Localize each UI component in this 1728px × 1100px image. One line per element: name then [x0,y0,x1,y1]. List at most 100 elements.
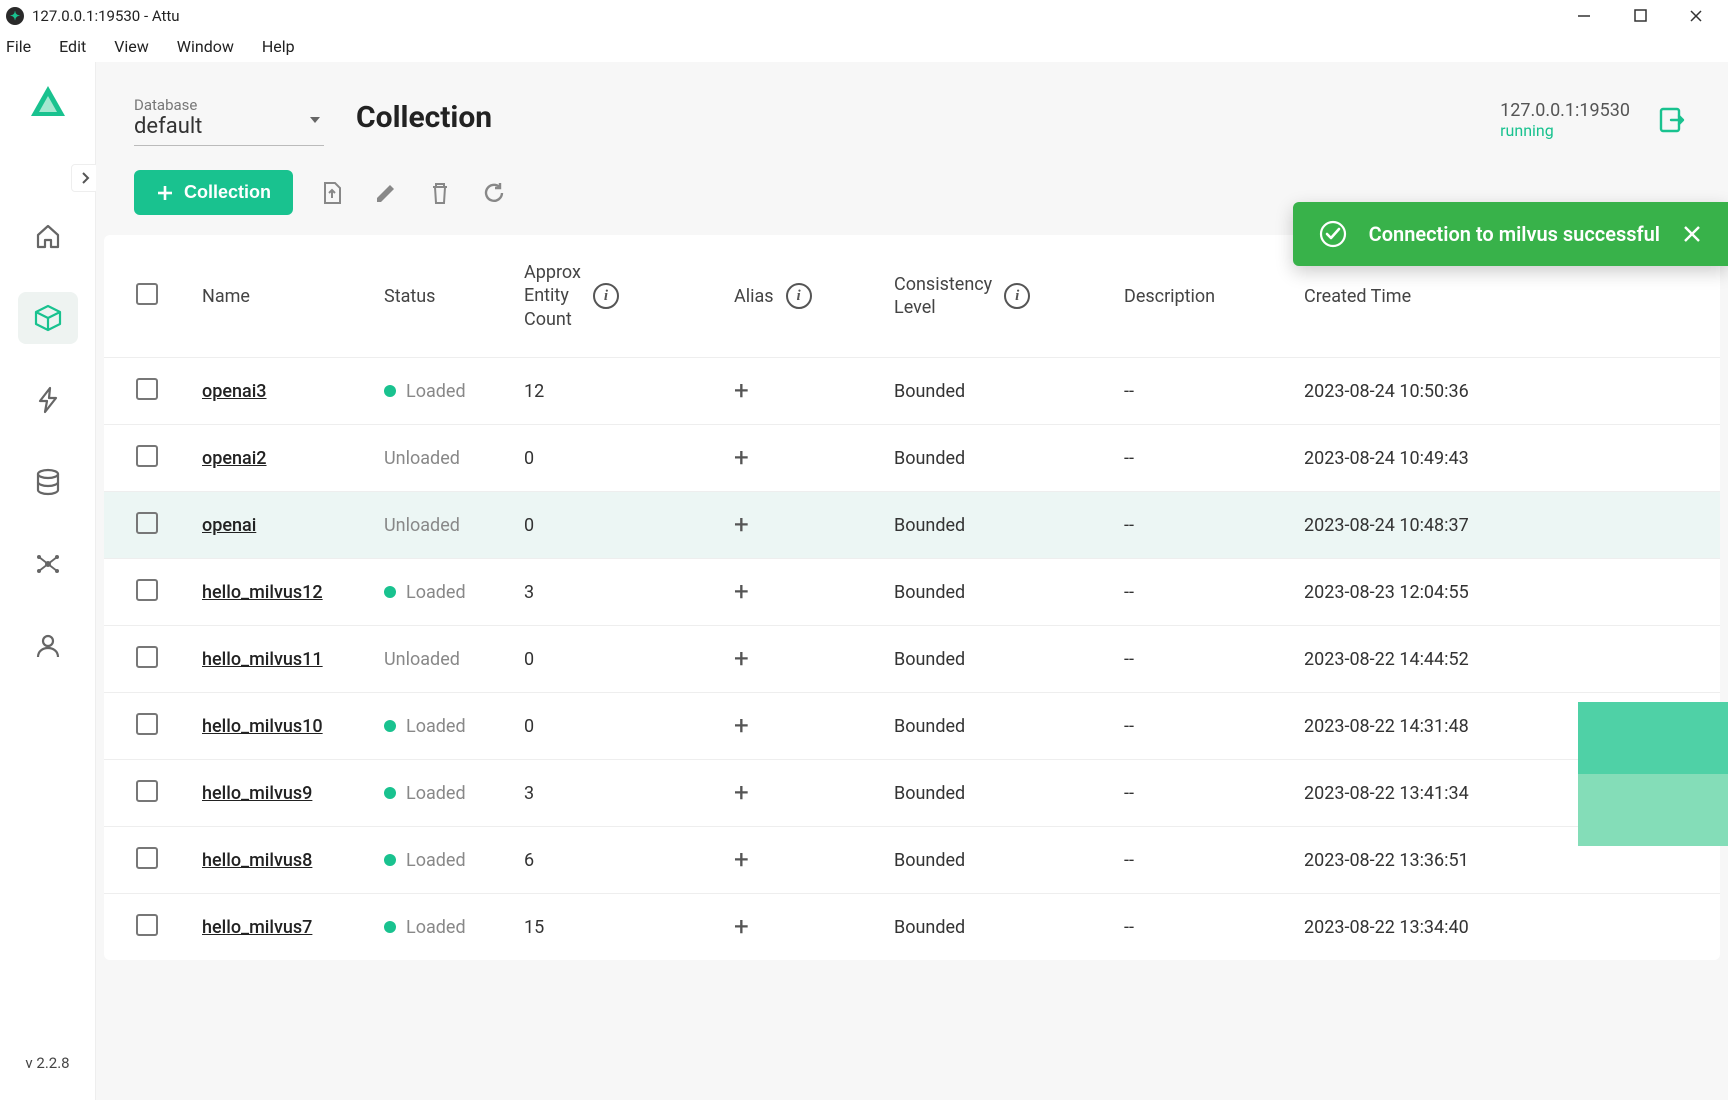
header-name[interactable]: Name [202,286,384,307]
collection-name-link[interactable]: openai2 [202,448,267,469]
status-dot-icon [384,921,396,933]
close-button[interactable] [1668,0,1724,32]
table-row[interactable]: openai2Unloaded0+Bounded--2023-08-24 10:… [104,424,1720,491]
row-status: Unloaded [384,515,524,536]
nav-database[interactable] [18,456,78,508]
add-alias-button[interactable]: + [734,510,749,540]
row-checkbox[interactable] [136,847,158,869]
header-entity-count-label: Approx Entity Count [524,261,581,331]
row-consistency: Bounded [894,448,1124,469]
header-consistency[interactable]: Consistency Level i [894,273,1124,320]
toast-success: Connection to milvus successful [1293,202,1728,266]
add-alias-button[interactable]: + [734,577,749,607]
info-icon[interactable]: i [1004,283,1030,309]
nav-collections[interactable] [18,292,78,344]
header-alias[interactable]: Alias i [734,283,894,309]
table-row[interactable]: hello_milvus12Loaded3+Bounded--2023-08-2… [104,558,1720,625]
pencil-icon [373,180,399,206]
app-icon: ✦ [6,7,24,25]
table-row[interactable]: hello_milvus9Loaded3+Bounded--2023-08-22… [104,759,1720,826]
row-name: openai3 [202,381,384,402]
row-checkbox[interactable] [136,780,158,802]
table-row[interactable]: openaiUnloaded0+Bounded--2023-08-24 10:4… [104,491,1720,558]
nav-users[interactable] [18,620,78,672]
row-entity-count: 15 [524,917,734,938]
menu-edit[interactable]: Edit [45,33,100,60]
nav-graph[interactable] [18,538,78,590]
header-checkbox-cell [116,283,202,310]
row-checkbox-cell [116,579,202,606]
row-name: hello_milvus10 [202,716,384,737]
menu-view[interactable]: View [100,33,163,60]
row-checkbox[interactable] [136,579,158,601]
row-status: Loaded [384,917,524,938]
row-checkbox[interactable] [136,914,158,936]
row-checkbox-cell [116,914,202,941]
row-name: openai [202,515,384,536]
trash-icon [427,180,453,206]
add-alias-button[interactable]: + [734,644,749,674]
row-checkbox-cell [116,847,202,874]
info-icon[interactable]: i [593,283,619,309]
row-checkbox[interactable] [136,445,158,467]
add-collection-button[interactable]: Collection [134,170,293,215]
nav-query[interactable] [18,374,78,426]
add-alias-button[interactable]: + [734,778,749,808]
header-entity-count[interactable]: Approx Entity Count i [524,261,734,331]
collection-name-link[interactable]: hello_milvus11 [202,649,323,670]
header-description[interactable]: Description [1124,286,1304,307]
row-description: -- [1124,850,1304,871]
info-icon[interactable]: i [786,283,812,309]
check-circle-icon [1319,220,1347,248]
add-alias-button[interactable]: + [734,845,749,875]
select-all-checkbox[interactable] [136,283,158,305]
collection-name-link[interactable]: hello_milvus8 [202,850,312,871]
collection-name-link[interactable]: openai3 [202,381,267,402]
toast-close-button[interactable] [1682,224,1702,244]
row-checkbox[interactable] [136,713,158,735]
nav-home[interactable] [18,210,78,262]
import-icon [319,180,345,206]
database-icon [33,467,63,497]
row-checkbox[interactable] [136,378,158,400]
collection-name-link[interactable]: hello_milvus7 [202,917,312,938]
row-entity-count: 0 [524,649,734,670]
table-row[interactable]: openai3Loaded12+Bounded--2023-08-24 10:5… [104,357,1720,424]
menu-window[interactable]: Window [163,33,248,60]
row-checkbox[interactable] [136,512,158,534]
delete-button[interactable] [425,178,455,208]
maximize-button[interactable] [1612,0,1668,32]
collection-name-link[interactable]: hello_milvus12 [202,582,323,603]
import-button[interactable] [317,178,347,208]
row-checkbox-cell [116,646,202,673]
collection-name-link[interactable]: hello_milvus9 [202,783,312,804]
edit-button[interactable] [371,178,401,208]
collection-name-link[interactable]: hello_milvus10 [202,716,323,737]
table-row[interactable]: hello_milvus8Loaded6+Bounded--2023-08-22… [104,826,1720,893]
add-alias-button[interactable]: + [734,443,749,473]
header-status[interactable]: Status [384,286,524,307]
row-checkbox-cell [116,713,202,740]
collection-name-link[interactable]: openai [202,515,256,536]
table-row[interactable]: hello_milvus7Loaded15+Bounded--2023-08-2… [104,893,1720,960]
version-label: v 2.2.8 [25,1054,69,1072]
database-selector[interactable]: Database default [134,94,324,146]
add-alias-button[interactable]: + [734,711,749,741]
refresh-button[interactable] [479,178,509,208]
logout-button[interactable] [1652,100,1692,140]
menu-file[interactable]: File [2,33,45,60]
row-consistency: Bounded [894,917,1124,938]
menu-help[interactable]: Help [248,33,309,60]
row-checkbox[interactable] [136,646,158,668]
sidebar-collapse-button[interactable] [71,164,99,192]
row-created: 2023-08-22 13:34:40 [1304,917,1708,938]
row-alias: + [734,711,894,741]
status-text: Loaded [406,783,466,804]
status-dot-icon [384,787,396,799]
minimize-button[interactable] [1556,0,1612,32]
header-created[interactable]: Created Time [1304,286,1708,307]
table-row[interactable]: hello_milvus11Unloaded0+Bounded--2023-08… [104,625,1720,692]
table-row[interactable]: hello_milvus10Loaded0+Bounded--2023-08-2… [104,692,1720,759]
add-alias-button[interactable]: + [734,376,749,406]
add-alias-button[interactable]: + [734,912,749,942]
